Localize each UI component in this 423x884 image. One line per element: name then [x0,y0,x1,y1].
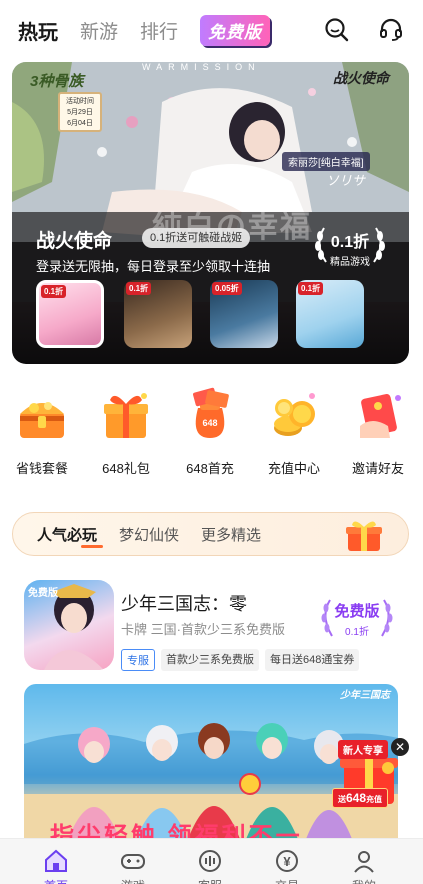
gift-box-icon [96,386,156,446]
new-user-gift-title: 新人专享 [338,740,388,759]
category-recharge-center[interactable]: 充值中心 [252,386,336,477]
category-label: 充值中心 [267,461,320,476]
home-icon [42,847,70,875]
close-icon[interactable]: ✕ [391,738,409,756]
tab-support[interactable]: 客服 [180,847,240,884]
game-tag: 首款少三系免费版 [161,649,259,671]
thumbnail-4[interactable]: 0.1折 [296,280,364,348]
category-label: 省钱套餐 [15,461,68,476]
tab-label: 首页 [26,877,86,884]
character-tag: 索丽莎[纯白幸福] [282,152,370,171]
game-icon[interactable]: 免费版 [24,580,114,670]
game-meta: 卡牌 三国·首款少三系免费版 [121,622,285,637]
banner-game-badge: 0.1折送可触碰战姬 [142,228,251,248]
free-version-badge[interactable]: 免费版 0.1折 [318,594,396,642]
money-bag-icon: 648 [180,386,240,446]
pill-fantasy[interactable]: 梦幻仙侠 [119,524,179,545]
svg-text:¥: ¥ [283,854,291,869]
support-icon [196,847,224,875]
event-time-card: 活动时间 5月29日 6月04日 [58,92,102,132]
category-648-first-recharge[interactable]: 648 648首充 [168,386,252,477]
thumbnail-discount-tag: 0.1折 [298,282,324,295]
banner-game-title: 战火使命 [36,231,113,252]
game-tag-exclusive: 专服 [121,649,155,671]
tab-label: 我的 [334,877,394,884]
tab-label: 游戏 [103,877,163,884]
gift-box-icon [342,517,386,558]
laurel-icon [315,227,385,263]
category-invite-friends[interactable]: 邀请好友 [336,386,420,477]
top-nav: 热玩 新游 排行 免费版 [0,0,423,60]
brand-logo: 战火使命 [333,70,389,86]
gift-unit: 充值 [366,795,383,804]
category-label: 邀请好友 [351,461,404,476]
search-icon[interactable] [323,16,351,44]
thumbnail-discount-tag: 0.1折 [41,285,67,298]
character-name: ソリサ [326,173,366,188]
tab-hot[interactable]: 热玩 [18,16,58,45]
tab-new[interactable]: 新游 [80,17,118,44]
banner-game-description: 登录送无限抽，每日登录至少领取十连抽 [36,259,271,274]
tab-profile[interactable]: 我的 [334,847,394,884]
tab-ranking[interactable]: 排行 [140,17,178,44]
treasure-chest-icon [12,386,72,446]
profile-icon [350,847,378,875]
thumbnail-discount-tag: 0.1折 [126,282,152,295]
game-tag: 每日送648通宝券 [265,649,360,671]
discount-medal: 0.1折 精品游戏 [308,222,392,270]
coins-icon [264,386,324,446]
headset-icon[interactable] [377,16,405,44]
banner-thumbnails: 0.1折 0.1折 0.05折 0.1折 [36,280,396,352]
category-label: 648礼包 [102,461,150,476]
featured-banner[interactable]: WARMISSION 3种骨族 活动时间 5月29日 6月04日 战火使命 索丽… [12,62,409,364]
recommend-tabs: 人气必玩 梦幻仙侠 更多精选 [12,512,409,556]
bottom-tab-bar: 首页 游戏 客服 ¥ 交易 我的 [0,838,423,884]
tab-free-version[interactable]: 免费版 [200,14,271,46]
event-time-label: 活动时间 [66,98,94,105]
laurel-icon [321,599,393,637]
tab-games[interactable]: 游戏 [103,847,163,884]
category-row: 省钱套餐 648礼包 648 648首充 充值中心 邀请好友 [0,386,423,486]
game-name: 少年三国志：零 [121,594,247,614]
category-saving-package[interactable]: 省钱套餐 [0,386,84,477]
game-icon-badge: 免费版 [28,588,58,599]
thumbnail-discount-tag: 0.05折 [212,282,242,295]
gift-amount: 648 [346,791,367,805]
promo-logo: 少年三国志 [340,690,390,701]
thumbnail-2[interactable]: 0.1折 [124,280,192,348]
event-end-date: 6月04日 [67,120,93,127]
tab-home[interactable]: 首页 [26,847,86,884]
event-logo: 3种骨族 [30,73,84,90]
tab-trade[interactable]: ¥ 交易 [257,847,317,884]
gamepad-icon [119,847,147,875]
thumbnail-3[interactable]: 0.05折 [210,280,278,348]
pill-more-picks[interactable]: 更多精选 [201,524,261,545]
red-envelope-icon [348,386,408,446]
tab-label: 交易 [257,877,317,884]
gift-prefix: 送 [338,795,346,804]
thumbnail-1[interactable]: 0.1折 [36,280,104,348]
new-user-gift-amount: 送648充值 [332,788,389,808]
game-list-item[interactable]: 免费版 少年三国志：零 卡牌 三国·首款少三系免费版 专服 首款少三系免费版 每… [0,576,423,676]
game-tags: 专服 首款少三系免费版 每日送648通宝券 [121,649,360,671]
category-label: 648首充 [186,461,234,476]
tab-label: 客服 [180,877,240,884]
pill-popular[interactable]: 人气必玩 [37,524,104,548]
event-start-date: 5月29日 [67,109,93,116]
category-648-gift[interactable]: 648礼包 [84,386,168,477]
svg-text:648: 648 [202,418,217,428]
trade-icon: ¥ [273,847,301,875]
banner-ribbon-text: WARMISSION [142,62,261,72]
